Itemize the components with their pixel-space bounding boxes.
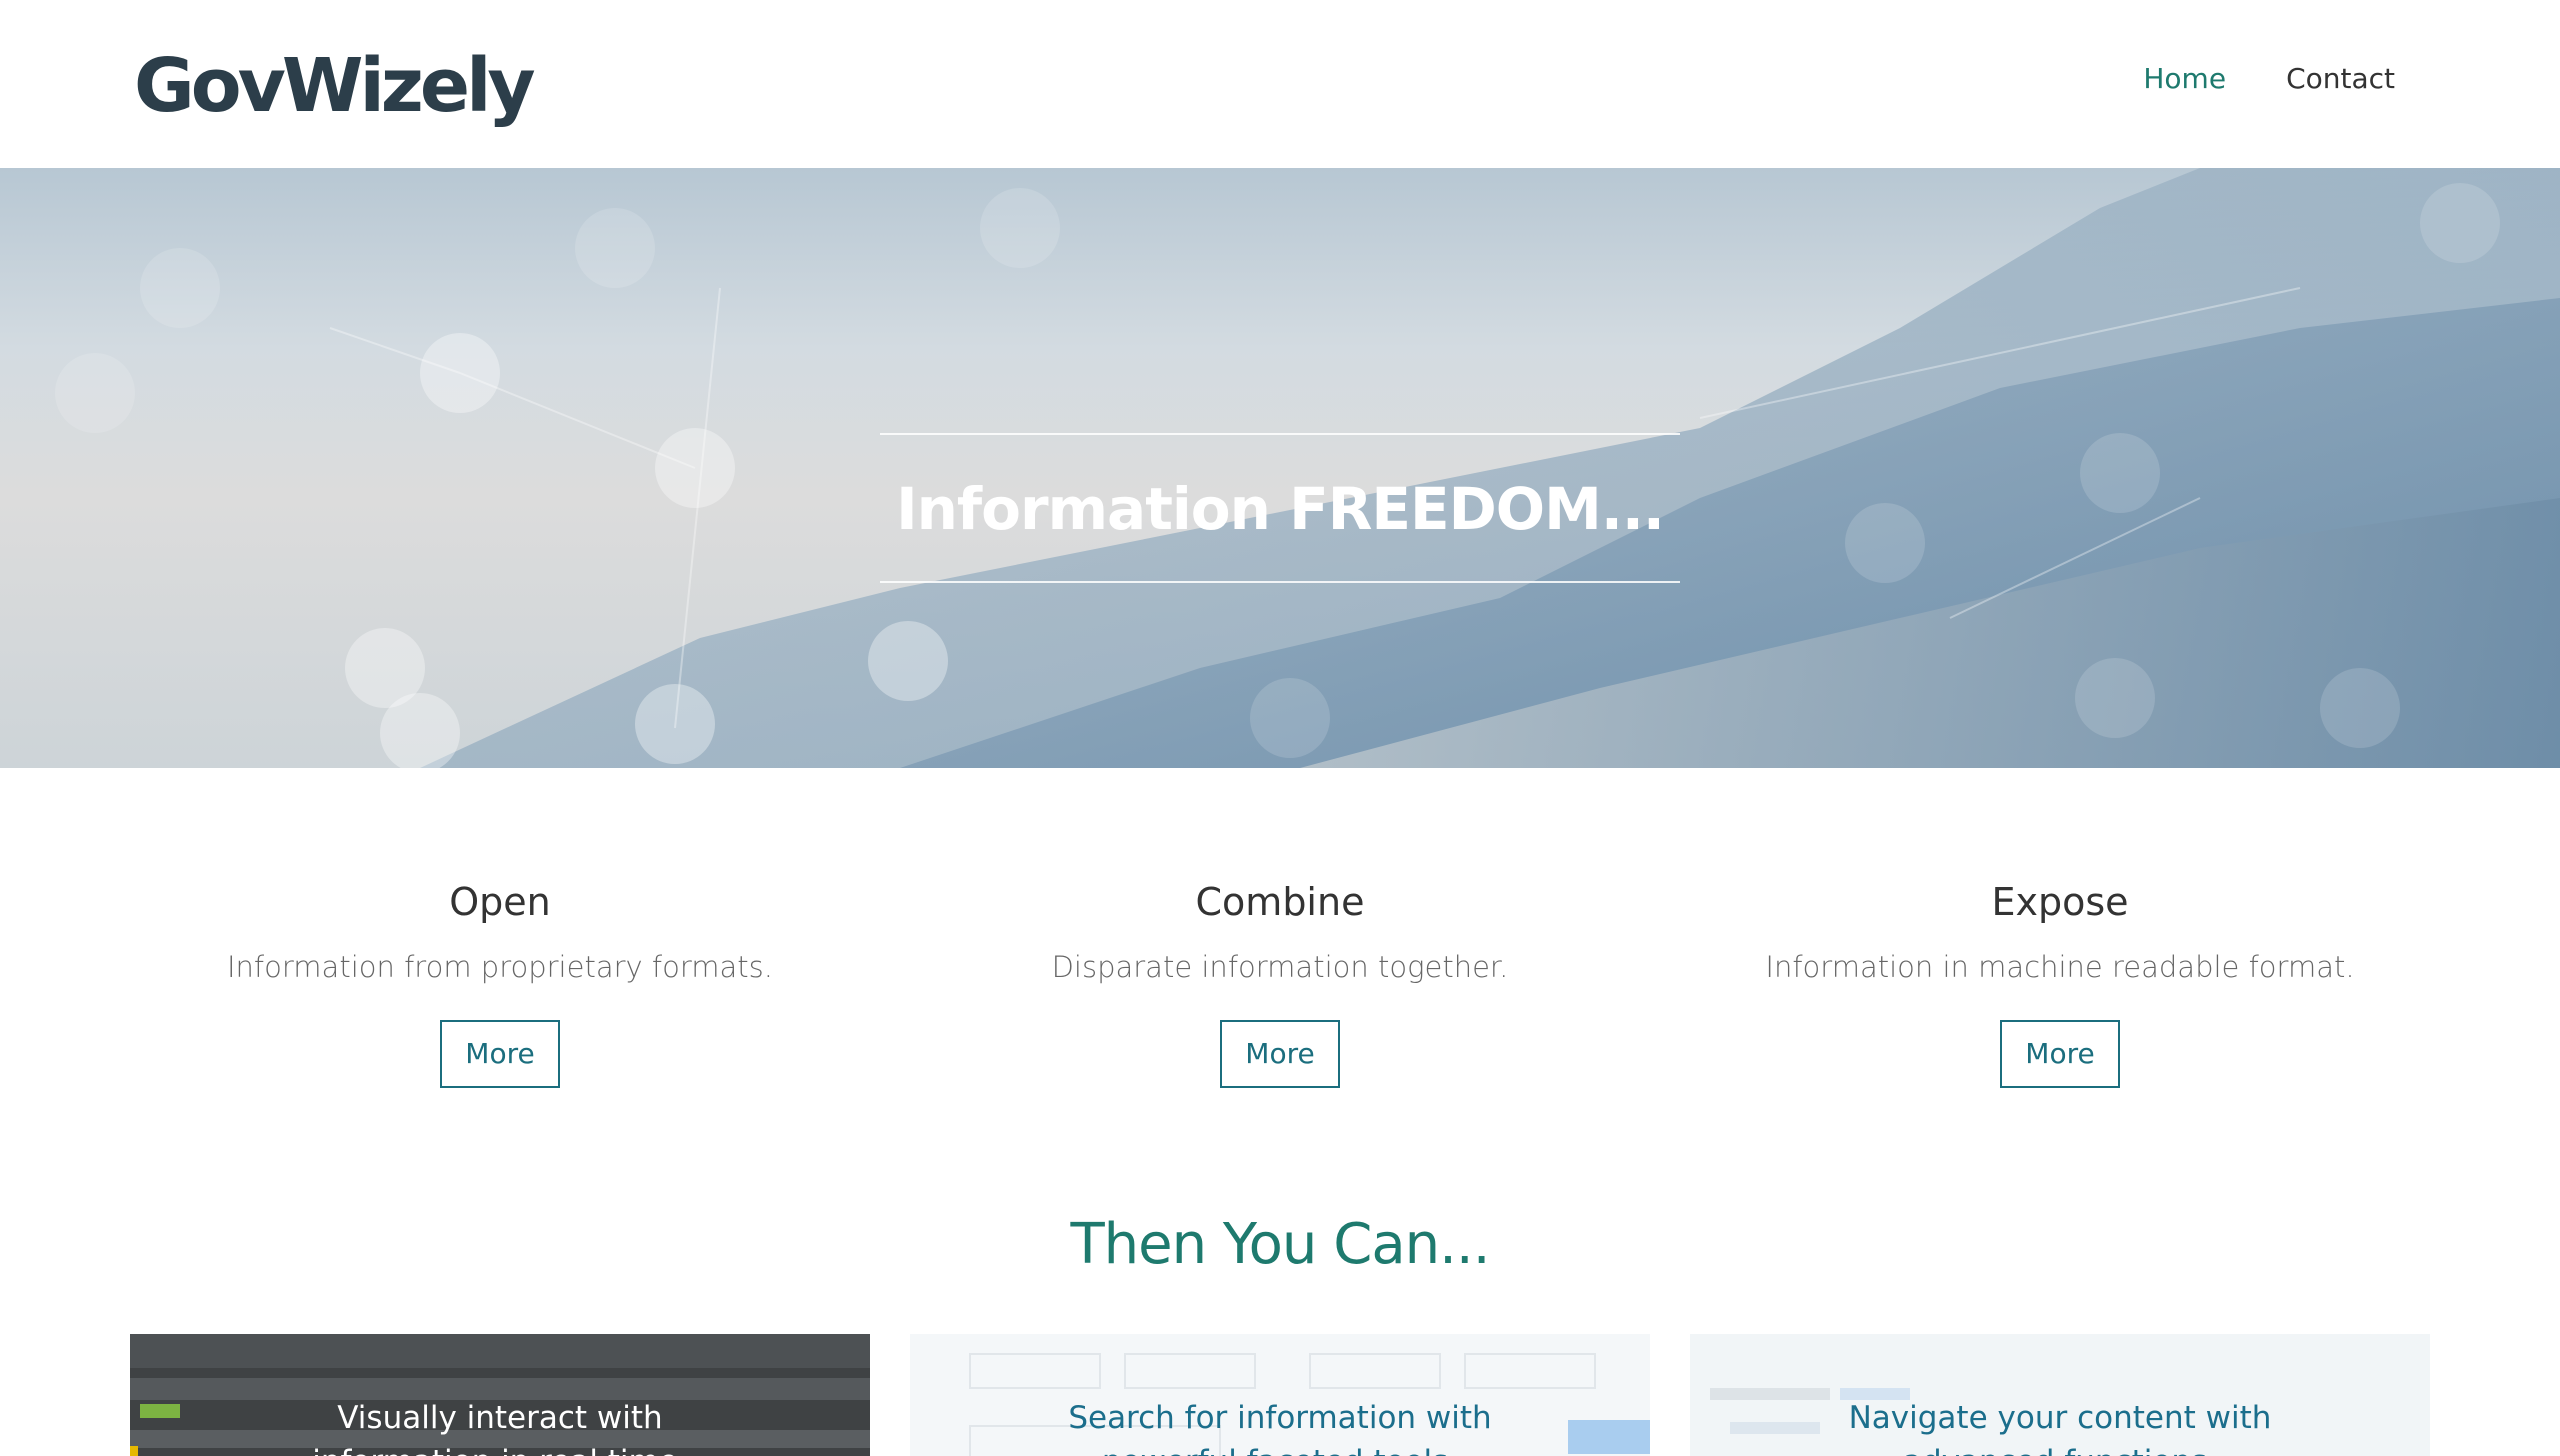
feature-description: Information from proprietary formats. — [227, 950, 773, 984]
card-caption: Visually interact with information in re… — [130, 1396, 870, 1456]
more-button-open[interactable]: More — [440, 1020, 560, 1088]
feature-description: Disparate information together. — [1051, 950, 1509, 984]
nav-home-link[interactable]: Home — [2143, 62, 2226, 95]
card-caption-line1: Visually interact with — [337, 1400, 663, 1436]
card-caption-line1: Search for information with — [1068, 1400, 1492, 1436]
card-caption-line1: Navigate your content with — [1848, 1400, 2272, 1436]
feature-combine: Combine Disparate information together. … — [890, 880, 1670, 1088]
card-search[interactable]: Search for information with powerful fac… — [910, 1334, 1650, 1456]
feature-title: Combine — [1195, 880, 1365, 924]
card-caption: Search for information with powerful fac… — [910, 1396, 1650, 1456]
logo-text: GovWizely — [134, 43, 536, 129]
feature-open: Open Information from proprietary format… — [110, 880, 890, 1088]
card-caption-line2: information in real time. — [130, 1440, 870, 1456]
site-header: GovWizely Home Contact — [0, 0, 2560, 168]
card-caption: Navigate your content with advanced func… — [1690, 1396, 2430, 1456]
card-navigate[interactable]: Navigate your content with advanced func… — [1690, 1334, 2430, 1456]
card-caption-line2: powerful faceted tools. — [910, 1440, 1650, 1456]
hero-divider-bottom — [880, 581, 1680, 583]
main-nav: Home Contact — [2143, 62, 2395, 95]
nav-contact-link[interactable]: Contact — [2286, 62, 2395, 95]
feature-title: Expose — [1991, 880, 2129, 924]
hero-title: Information FREEDOM... — [896, 475, 1665, 543]
feature-title: Open — [449, 880, 551, 924]
card-caption-line2: advanced functions. — [1690, 1440, 2430, 1456]
hero-divider-top — [880, 433, 1680, 435]
more-button-expose[interactable]: More — [2000, 1020, 2120, 1088]
hero-banner: Information FREEDOM... — [0, 168, 2560, 768]
feature-expose: Expose Information in machine readable f… — [1670, 880, 2450, 1088]
section-title: Then You Can... — [1070, 1212, 1490, 1277]
more-button-combine[interactable]: More — [1220, 1020, 1340, 1088]
card-visualize[interactable]: Visually interact with information in re… — [130, 1334, 870, 1456]
hero-title-block: Information FREEDOM... — [880, 433, 1680, 583]
govwizely-logo[interactable]: GovWizely — [134, 38, 536, 134]
feature-description: Information in machine readable format. — [1765, 950, 2355, 984]
